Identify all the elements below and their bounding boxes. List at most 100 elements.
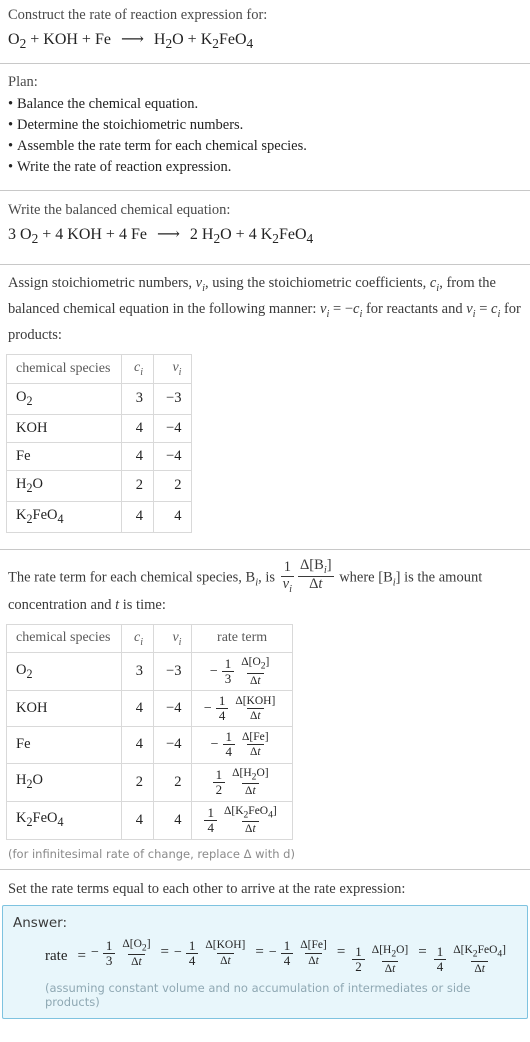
- plan-section: Plan: • Balance the chemical equation. • D…: [0, 64, 530, 190]
- fraction-denominator: νi: [280, 575, 294, 595]
- fraction-denominator: 4: [222, 744, 236, 759]
- prompt-equation: O2 + KOH + Fe ⟶ H2O + K2FeO4: [4, 25, 526, 63]
- plan-item: • Assemble the rate term for each chemica…: [4, 136, 526, 157]
- column-header-species: chemical species: [6, 354, 122, 384]
- rate-term-table-body: O2 3 −3−1 3 Δ[O2] Δt KOH 4 −4−1 4 Δ[KOH] Δt Fe 4 −4−1 4…: [6, 652, 293, 840]
- stoichiometric-section: Assign stoichiometric numbers, νi, using…: [0, 265, 530, 548]
- fraction-denominator: Δt: [242, 783, 259, 797]
- cell-nu: 2: [153, 762, 193, 802]
- cell-c: 4: [120, 726, 155, 764]
- cell-rate-term: 1 4 Δ[K2FeO4] Δt: [191, 800, 293, 840]
- nu-symbol: νi: [320, 301, 330, 321]
- fraction-numerator: 1: [188, 937, 196, 953]
- fraction-denominator: 4: [215, 708, 229, 723]
- cell-nu: 2: [153, 469, 193, 502]
- fraction-numerator: Δ[K2FeO4]: [453, 944, 507, 960]
- bullet-icon: •: [8, 138, 14, 155]
- rate-term: −1 4 Δ[Fe] Δt: [268, 937, 332, 968]
- answer-box: Answer: rate = −1 3 Δ[O2] Δt = −1 4 Δ[KOH] Δt = −1…: [2, 904, 528, 1020]
- rate-text-part5: is time:: [119, 596, 166, 613]
- nu-symbol: νi: [466, 301, 476, 321]
- column-header-nu: νi: [153, 354, 193, 384]
- c-symbol: ci: [353, 301, 363, 321]
- fraction-numerator: Δ[O2]: [122, 937, 151, 953]
- cell-c: 3: [120, 652, 155, 692]
- fraction-numerator: Δ[Fe]: [300, 939, 327, 952]
- fraction-numerator: 1: [283, 937, 291, 953]
- footnote-text: (for infinitesimal rate of change, repla…: [8, 846, 295, 861]
- fraction-denominator: Δt: [242, 821, 259, 835]
- equals-sign: =: [418, 944, 427, 961]
- fraction-denominator: Δt: [381, 960, 399, 975]
- rate-term-explanation: The rate term for each chemical species,…: [4, 550, 526, 618]
- delta-fraction: Δ[KOH] Δt: [232, 695, 278, 723]
- fraction-numerator: Δ[Fe]: [242, 731, 269, 744]
- equals-sign: =: [77, 947, 86, 964]
- plan-item-label: Determine the stoichiometric numbers.: [17, 117, 244, 134]
- infinitesimal-footnote: (for infinitesimal rate of change, repla…: [4, 840, 526, 869]
- column-header-c: ci: [120, 354, 155, 384]
- rate-term: −1 3 Δ[O2] Δt: [210, 656, 275, 687]
- coefficient-fraction: 14: [185, 937, 199, 968]
- stoich-rule-reactants: = −: [329, 301, 353, 318]
- coefficient-fraction: 14: [222, 730, 236, 759]
- fraction-numerator: Δ[H2O]: [232, 766, 269, 782]
- plan-heading: Plan:: [8, 74, 38, 91]
- reaction-arrow-icon: ⟶: [156, 226, 180, 244]
- cell-c: 4: [120, 690, 155, 728]
- cell-c: 3: [120, 382, 155, 415]
- delta-b-over-delta-t-fraction: Δ[Bi] Δt: [297, 557, 334, 592]
- term-sign: −: [203, 700, 212, 716]
- fraction-denominator: 4: [204, 819, 217, 835]
- fraction-denominator: Δt: [297, 575, 334, 592]
- rate-text-part1: The rate term for each chemical species,…: [8, 569, 256, 586]
- bullet-icon: •: [8, 159, 14, 176]
- set-equal-text: Set the rate terms equal to each other t…: [8, 880, 406, 897]
- fraction-numerator: 1: [215, 766, 223, 782]
- cell-c: 4: [120, 441, 155, 471]
- fraction-denominator: Δt: [128, 954, 145, 968]
- fraction-denominator: Δt: [247, 744, 264, 758]
- delta-fraction: Δ[KOH] Δt: [202, 939, 248, 967]
- term-sign: −: [209, 663, 218, 679]
- fraction-numerator: 1: [218, 693, 226, 709]
- table-row: K2FeO4 4 4: [6, 500, 193, 533]
- fraction-numerator: Δ[H2O]: [371, 944, 409, 960]
- answer-note: (assuming constant volume and no accumul…: [45, 981, 471, 1010]
- rate-text-part3: where [B: [335, 569, 393, 586]
- cell-species: K2FeO4: [6, 800, 122, 840]
- cell-rate-term: 1 2 Δ[H2O] Δt: [191, 762, 293, 802]
- cell-species: Fe: [6, 726, 122, 764]
- coefficient-fraction: 14: [204, 805, 217, 835]
- column-header-c: ci: [120, 623, 155, 654]
- c-symbol: ci: [429, 275, 440, 295]
- delta-fraction: Δ[H2O] Δt: [369, 944, 411, 975]
- table-header-row: chemical species ci νi rate term: [6, 623, 293, 654]
- delta-fraction: Δ[K2FeO4] Δt: [221, 805, 280, 836]
- term-sign: −: [90, 945, 99, 961]
- equals-sign: =: [336, 944, 346, 961]
- cell-species: K2FeO4: [6, 500, 122, 533]
- cell-c: 4: [120, 500, 155, 533]
- plan-item-label: Balance the chemical equation.: [17, 96, 199, 113]
- fraction-numerator: Δ[KOH]: [205, 939, 246, 952]
- delta-fraction: Δ[Fe] Δt: [239, 731, 272, 759]
- fraction-numerator: Δ[O2]: [241, 656, 270, 672]
- plan-item: • Balance the chemical equation.: [4, 94, 526, 115]
- term-sign: −: [268, 945, 277, 961]
- fraction-numerator: 1: [436, 944, 444, 960]
- balanced-equation: 3 O2 + 4 KOH + 4 Fe ⟶ 2 H2O + 4 K2FeO4: [4, 220, 526, 258]
- column-header-rate-term: rate term: [191, 623, 293, 654]
- cell-rate-term: −1 4 Δ[KOH] Δt: [191, 690, 293, 728]
- delta-fraction: Δ[O2] Δt: [119, 938, 153, 969]
- rate-word: rate: [45, 947, 68, 964]
- table-row: KOH 4 −4: [6, 413, 193, 443]
- c-symbol: ci: [491, 301, 501, 321]
- coefficient-fraction: 12: [352, 945, 365, 974]
- table-row: O2 3 −3: [6, 382, 193, 415]
- nu-symbol: νi: [195, 275, 206, 295]
- fraction-denominator: Δt: [247, 708, 264, 722]
- fraction-denominator: 2: [352, 959, 365, 974]
- plan-item-label: Write the rate of reaction expression.: [17, 159, 232, 176]
- prompt-instruction: Construct the rate of reaction expressio…: [8, 7, 268, 23]
